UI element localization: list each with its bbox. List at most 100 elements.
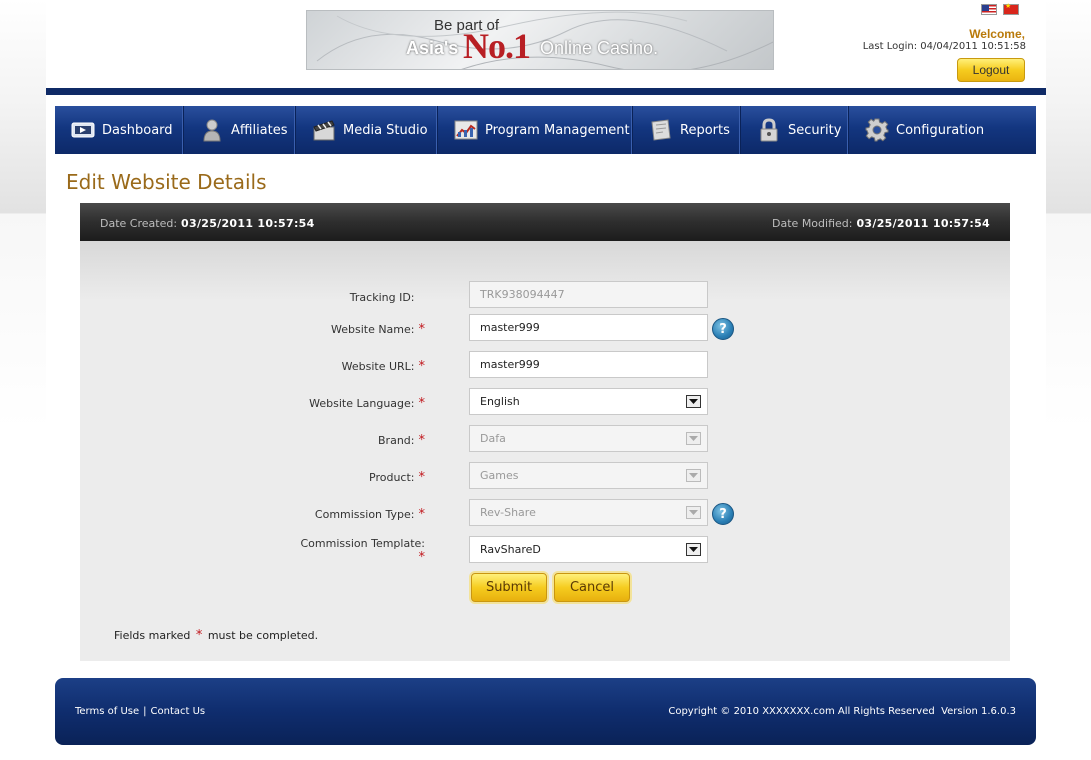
label-text: Website Language:: [309, 397, 415, 410]
last-login-value: 04/04/2011 10:51:58: [920, 41, 1026, 52]
copyright: Copyright © 2010 XXXXXXX.com All Rights …: [668, 706, 1016, 717]
copyright-text: Copyright © 2010 XXXXXXX.com All Rights …: [668, 706, 935, 717]
website-url-label: Website URL: *: [80, 359, 425, 374]
date-bar: Date Created: 03/25/2011 10:57:54 Date Mo…: [80, 203, 1010, 241]
label-text: Commission Type:: [314, 508, 415, 521]
chevron-down-icon: [686, 469, 701, 482]
banner-online-casino: Online Casino.: [540, 38, 659, 58]
report-icon: [649, 118, 673, 142]
tracking-id-label: Tracking ID:*: [80, 290, 425, 305]
brand-label: Brand: *: [80, 433, 425, 448]
selected-value: Dafa: [480, 432, 506, 445]
gear-icon: [865, 118, 889, 142]
submit-button[interactable]: Submit: [471, 573, 547, 602]
version-text: Version 1.6.0.3: [941, 706, 1016, 717]
last-login-label: Last Login:: [862, 41, 918, 52]
lock-icon: [757, 118, 781, 142]
nav-item-program-management[interactable]: Program Management: [438, 106, 633, 154]
casino-banner[interactable]: Be part of Asia's No.1 Online Casino.: [306, 10, 774, 70]
person-icon: [200, 118, 224, 142]
label-text: Website Name:: [330, 323, 415, 336]
chart-icon: [454, 118, 478, 142]
chevron-down-icon[interactable]: [686, 543, 701, 556]
note-after: must be completed.: [207, 629, 319, 642]
dashboard-icon: [71, 118, 95, 142]
page: Be part of Asia's No.1 Online Casino. We…: [46, 0, 1046, 760]
required-marker: *: [418, 322, 426, 337]
tracking-id-field: TRK938094447: [469, 281, 708, 308]
selected-value: RavShareD: [480, 543, 541, 556]
page-title: Edit Website Details: [66, 170, 267, 194]
website-language-select[interactable]: English: [469, 388, 708, 415]
chevron-down-icon[interactable]: [686, 395, 701, 408]
footer: Terms of Use | Contact Us Copyright © 2010…: [55, 678, 1036, 745]
date-modified: Date Modified: 03/25/2011 10:57:54: [772, 217, 990, 230]
terms-link[interactable]: Terms of Use: [75, 706, 139, 717]
nav-item-affiliates[interactable]: Affiliates: [184, 106, 296, 154]
language-flags: [981, 2, 1019, 15]
nav-label: Security: [788, 122, 842, 138]
welcome-text: Welcome,: [969, 27, 1025, 41]
contact-link[interactable]: Contact Us: [151, 706, 206, 717]
commission-template-label: Commission Template: *: [80, 537, 425, 565]
required-marker: *: [418, 433, 426, 448]
label-text: Tracking ID:: [349, 291, 415, 304]
cancel-button[interactable]: Cancel: [554, 573, 630, 602]
required-marker: *: [418, 396, 426, 411]
required-note: Fields marked * must be completed.: [114, 628, 318, 643]
selected-value: English: [480, 395, 520, 408]
banner-asias: Asia's: [406, 38, 459, 58]
cn-flag-icon[interactable]: [1003, 2, 1019, 15]
website-name-label: Website Name: *: [80, 322, 425, 337]
date-created-label: Date Created:: [100, 217, 178, 230]
edit-website-panel: Date Created: 03/25/2011 10:57:54 Date Mo…: [80, 203, 1010, 661]
required-marker: *: [418, 507, 426, 522]
nav-item-dashboard[interactable]: Dashboard: [55, 106, 184, 154]
date-created-value: 03/25/2011 10:57:54: [181, 217, 315, 230]
footer-separator: |: [143, 706, 147, 717]
label-text: Product:: [369, 471, 415, 484]
commission-type-label: Commission Type: *: [80, 507, 425, 522]
brand-select: Dafa: [469, 425, 708, 452]
required-marker: *: [418, 550, 426, 565]
website-language-label: Website Language: *: [80, 396, 425, 411]
footer-links: Terms of Use | Contact Us: [75, 706, 205, 717]
product-select: Games: [469, 462, 708, 489]
nav-item-security[interactable]: Security: [741, 106, 849, 154]
nav-label: Affiliates: [231, 122, 288, 138]
product-label: Product: *: [80, 470, 425, 485]
help-icon[interactable]: ?: [712, 318, 734, 340]
commission-template-select[interactable]: RavShareD: [469, 536, 708, 563]
date-modified-value: 03/25/2011 10:57:54: [856, 217, 990, 230]
label-text: Commission Template:: [300, 537, 425, 550]
date-created: Date Created: 03/25/2011 10:57:54: [100, 217, 315, 230]
nav-label: Configuration: [896, 122, 985, 138]
selected-value: Rev-Share: [480, 506, 536, 519]
selected-value: Games: [480, 469, 519, 482]
main-nav: Dashboard Affiliates Media Studio Progra…: [55, 106, 1036, 154]
nav-item-media-studio[interactable]: Media Studio: [296, 106, 438, 154]
logout-button[interactable]: Logout: [957, 58, 1025, 82]
chevron-down-icon: [686, 506, 701, 519]
nav-label: Program Management: [485, 122, 630, 138]
last-login: Last Login: 04/04/2011 10:51:58: [863, 41, 1026, 52]
required-marker: *: [418, 470, 426, 485]
required-marker: *: [418, 359, 426, 374]
label-text: Website URL:: [341, 360, 415, 373]
nav-item-reports[interactable]: Reports: [633, 106, 741, 154]
banner-no1: No.1: [463, 26, 531, 66]
nav-label: Reports: [680, 122, 730, 138]
us-flag-icon[interactable]: [981, 4, 997, 15]
label-text: Brand:: [378, 434, 415, 447]
header-divider: [46, 88, 1046, 95]
website-name-input[interactable]: master999: [469, 314, 708, 341]
help-icon[interactable]: ?: [712, 503, 734, 525]
website-url-input[interactable]: master999: [469, 351, 708, 378]
commission-type-select: Rev-Share: [469, 499, 708, 526]
nav-label: Media Studio: [343, 122, 428, 138]
date-modified-label: Date Modified:: [772, 217, 853, 230]
chevron-down-icon: [686, 432, 701, 445]
required-marker: *: [195, 628, 203, 643]
nav-item-configuration[interactable]: Configuration: [849, 106, 986, 154]
nav-label: Dashboard: [102, 122, 173, 138]
